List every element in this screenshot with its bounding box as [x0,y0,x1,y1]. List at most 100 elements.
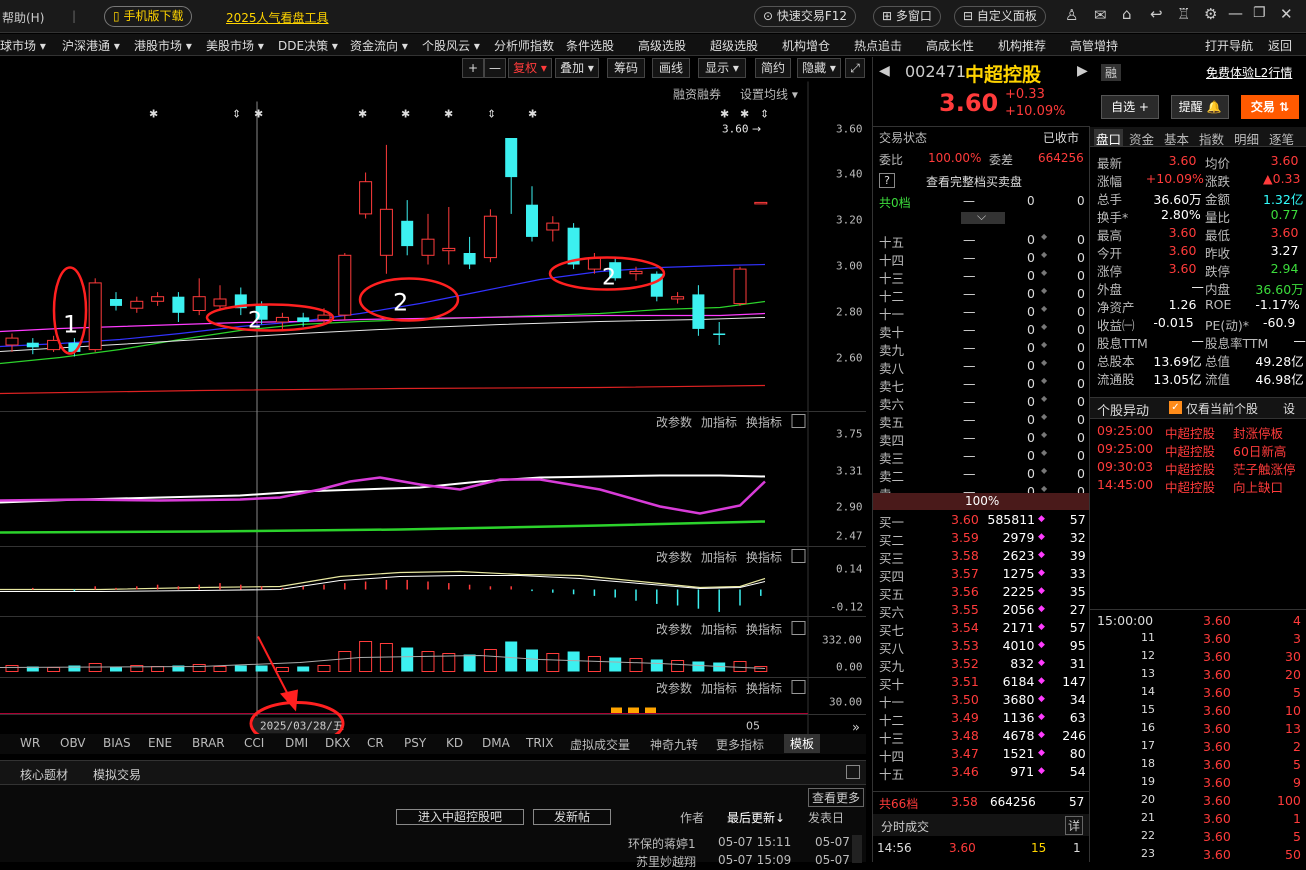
menu-open-nav[interactable]: 打开导航 [1205,37,1253,54]
anomaly-stock[interactable]: 中超控股 [1165,441,1215,459]
only-current-checkbox[interactable]: ✓ [1169,401,1182,414]
add-watchlist-button[interactable]: 自选 + [1101,95,1159,119]
full-orderbook-link[interactable]: 查看完整档买卖盘 [926,173,1022,190]
tab-obv[interactable]: OBV [60,736,86,750]
tab-index[interactable]: 指数 [1199,129,1224,147]
only-current-label[interactable]: 仅看当前个股 [1186,400,1258,417]
event-marker[interactable]: ✱ [740,108,749,121]
tab-magic-nine[interactable]: 神奇九转 [650,736,698,753]
tab-dma[interactable]: DMA [482,736,510,750]
tab-funds[interactable]: 资金 [1129,129,1154,147]
mail-icon[interactable]: ✉ [1094,6,1107,24]
mobile-download-button[interactable]: ▯ 手机版下载 [104,6,193,27]
multi-window-button[interactable]: ⊞ 多窗口 [873,6,941,27]
tab-basic[interactable]: 基本 [1164,129,1189,147]
event-marker[interactable]: ✱ [401,108,410,121]
tab-trix[interactable]: TRIX [526,736,553,750]
user-icon[interactable]: ♙ [1065,6,1078,24]
fuquan-button[interactable]: 复权 ▾ [508,58,552,78]
help-icon[interactable]: ? [879,173,895,188]
ind4-add-button[interactable]: 加指标 [701,681,737,696]
close-icon[interactable]: ✕ [1280,5,1293,23]
menu-global-market[interactable]: 全球市场 ▾ [0,37,46,54]
collapse-toggle[interactable]: ⌵ [961,209,1005,224]
menu-analyst-index[interactable]: 分析师指数 [494,37,554,54]
menu-back[interactable]: 返回 [1268,37,1292,54]
anomaly-stock[interactable]: 中超控股 [1165,459,1215,477]
ind4-change-button[interactable]: 换指标 [746,681,782,696]
ind1-param-button[interactable]: 改参数 [656,415,692,430]
menu-exec-increase[interactable]: 高管增持 [1070,37,1118,54]
fenshi-detail-button[interactable]: 详 [1065,816,1084,835]
menu-condition-select[interactable]: 条件选股 [566,37,614,54]
margin-trading-link[interactable]: 融资融券 [673,87,721,102]
settings-icon[interactable]: ⚙ [1204,5,1217,23]
ind3-change-button[interactable]: 换指标 [746,622,782,637]
ind4-close-icon[interactable] [791,680,806,694]
trade-button[interactable]: 交易 ⇅ [1241,95,1299,119]
event-marker[interactable]: ✱ [720,108,729,121]
tab-dmi[interactable]: DMI [285,736,308,750]
minimize-icon[interactable]: — [1228,4,1243,22]
menu-hot-chase[interactable]: 热点追击 [854,37,902,54]
menu-inst-recommend[interactable]: 机构推荐 [998,37,1046,54]
tab-cr[interactable]: CR [367,736,384,750]
anomaly-stock[interactable]: 中超控股 [1165,423,1215,441]
tab-wr[interactable]: WR [20,736,40,750]
tab-core-topic[interactable]: 核心题材 [20,766,68,783]
tab-brar[interactable]: BRAR [192,736,225,750]
col-post-date[interactable]: 发表日 [808,809,844,826]
zoom-out-button[interactable]: — [484,58,506,78]
anomaly-settings-button[interactable]: 设 [1283,400,1295,417]
chips-button[interactable]: 筹码 [607,58,645,78]
tab-virtual-volume[interactable]: 虚拟成交量 [570,736,630,753]
ma-settings-link[interactable]: 设置均线 ▾ [740,88,798,102]
ind1-close-icon[interactable] [791,414,806,428]
ind2-param-button[interactable]: 改参数 [656,550,692,565]
anomaly-stock[interactable]: 中超控股 [1165,477,1215,495]
restore-icon[interactable]: ❐ [1253,5,1266,21]
fullscreen-icon[interactable]: ⤢ [845,58,865,78]
ind1-change-button[interactable]: 换指标 [746,415,782,430]
tab-tick[interactable]: 逐笔 [1269,129,1294,147]
kline-chart[interactable]: ✱ ⇕ ✱ ✱ ✱ ✱ ⇕ ✱ ✱ ✱ ⇕ 1 2 2 2 3.60 → 3.6… [0,79,866,739]
popular-tool-link[interactable]: 2025人气看盘工具 [226,9,329,26]
enter-forum-button[interactable]: 进入中超控股吧 [396,809,524,825]
ind3-add-button[interactable]: 加指标 [701,622,737,637]
menu-us-market[interactable]: 美股市场 ▾ [206,37,264,54]
scrollbar[interactable] [852,835,862,863]
event-marker[interactable]: ✱ [444,108,453,121]
menu-hk-market[interactable]: 港股市场 ▾ [134,37,192,54]
panel-toggle-icon[interactable] [846,765,860,779]
event-marker[interactable]: ✱ [149,108,158,121]
new-post-button[interactable]: 发新帖 [533,809,611,825]
ind1-add-button[interactable]: 加指标 [701,415,737,430]
tab-ene[interactable]: ENE [148,736,172,750]
tab-dkx[interactable]: DKX [325,736,350,750]
menu-stock-news[interactable]: 个股风云 ▾ [422,37,480,54]
overlay-button[interactable]: 叠加 ▾ [555,58,599,78]
tab-more-indicators[interactable]: 更多指标 [716,736,764,753]
menu-hk-connect[interactable]: 沪深港通 ▾ [62,37,120,54]
custom-panel-button[interactable]: ⊟ 自定义面板 [954,6,1046,27]
ind2-change-button[interactable]: 换指标 [746,550,782,565]
zoom-in-button[interactable]: + [462,58,484,78]
next-stock-icon[interactable]: ▶ [1077,63,1088,79]
event-marker[interactable]: ⇕ [232,108,241,121]
menu-high-growth[interactable]: 高成长性 [926,37,974,54]
tab-pankou[interactable]: 盘口 [1094,129,1124,147]
menu-super-select[interactable]: 超级选股 [710,37,758,54]
draw-line-button[interactable]: 画线 [652,58,690,78]
menu-advanced-select[interactable]: 高级选股 [638,37,686,54]
tab-bias[interactable]: BIAS [103,736,131,750]
tab-template[interactable]: 模板 [784,734,821,753]
home-icon[interactable]: ⌂ [1122,5,1132,23]
tab-kd[interactable]: KD [446,736,463,750]
event-marker[interactable]: ✱ [358,108,367,121]
post-author[interactable]: 环保的蒋婷1 [628,835,696,852]
quick-trade-button[interactable]: ⊙ 快速交易F12 [754,6,857,27]
prev-stock-icon[interactable]: ◀ [879,63,890,79]
event-marker[interactable]: ⇕ [760,108,769,121]
menu-inst-add[interactable]: 机构增仓 [782,37,830,54]
tab-psy[interactable]: PSY [404,736,426,750]
